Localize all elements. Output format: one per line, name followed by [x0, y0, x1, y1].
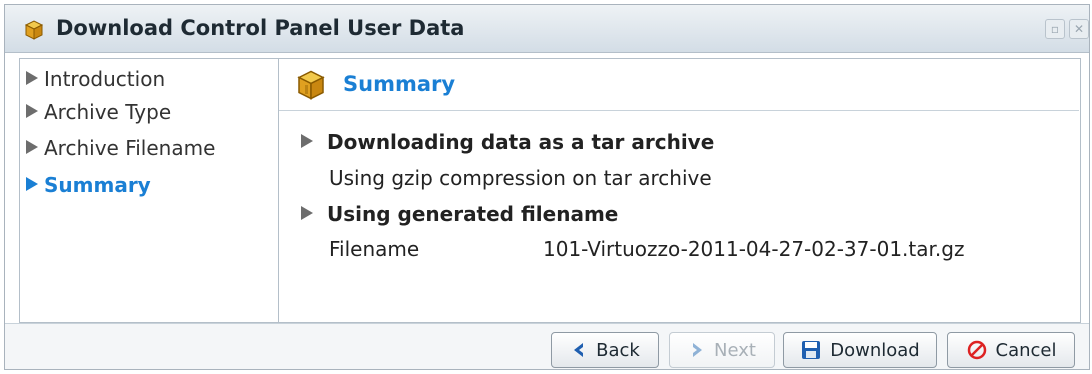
arrow-right-icon	[693, 343, 703, 357]
cancel-icon	[967, 340, 986, 360]
arrow-right-icon	[26, 140, 38, 154]
arrow-right-icon	[301, 206, 313, 220]
nav-item-summary[interactable]: Summary	[26, 173, 151, 197]
wizard-steps-panel: Introduction Archive Type Archive Filena…	[19, 58, 279, 323]
filename-heading-text: Using generated filename	[327, 202, 619, 226]
back-button-label: Back	[596, 339, 640, 361]
summary-title: Summary	[343, 72, 456, 96]
compression-text: Using gzip compression on tar archive	[329, 166, 712, 190]
cancel-button-label: Cancel	[995, 339, 1057, 361]
next-button-label: Next	[714, 339, 756, 361]
arrow-right-icon	[26, 71, 38, 85]
dialog-title: Download Control Panel User Data	[56, 16, 465, 40]
archive-type-heading: Downloading data as a tar archive	[301, 130, 714, 154]
filename-heading: Using generated filename	[301, 202, 618, 226]
nav-item-label: Archive Type	[44, 100, 172, 124]
nav-item-label: Introduction	[44, 67, 166, 91]
filename-value: 101-Virtuozzo-2011-04-27-02-37-01.tar.gz	[543, 237, 965, 261]
back-button[interactable]: Back	[551, 332, 659, 368]
package-icon	[24, 20, 44, 40]
download-button-label: Download	[830, 339, 920, 361]
nav-item-introduction[interactable]: Introduction	[26, 67, 165, 91]
dialog-titlebar[interactable]: Download Control Panel User Data ▫ ✕	[5, 5, 1089, 53]
nav-item-label: Archive Filename	[44, 136, 216, 160]
cancel-button[interactable]: Cancel	[947, 332, 1075, 368]
save-disk-icon	[802, 341, 821, 359]
nav-item-archive-filename[interactable]: Archive Filename	[26, 136, 215, 160]
download-button[interactable]: Download	[783, 332, 937, 368]
arrow-right-icon	[26, 104, 38, 118]
summary-header: Summary	[279, 59, 1079, 111]
arrow-left-icon	[574, 343, 584, 357]
next-button[interactable]: Next	[669, 332, 775, 368]
filename-label: Filename	[329, 237, 420, 261]
package-icon	[297, 70, 325, 100]
close-button[interactable]: ✕	[1069, 19, 1089, 39]
minimize-button[interactable]: ▫	[1045, 19, 1065, 39]
nav-item-archive-type[interactable]: Archive Type	[26, 100, 171, 124]
download-user-data-dialog: Download Control Panel User Data ▫ ✕ Int…	[4, 4, 1090, 370]
nav-item-label: Summary	[44, 173, 151, 197]
summary-panel: Summary Downloading data as a tar archiv…	[279, 58, 1081, 323]
arrow-right-icon	[301, 134, 313, 148]
arrow-right-icon	[26, 177, 38, 191]
dialog-footer: Back Next Download Cancel	[5, 323, 1089, 369]
archive-type-text: Downloading data as a tar archive	[327, 130, 715, 154]
